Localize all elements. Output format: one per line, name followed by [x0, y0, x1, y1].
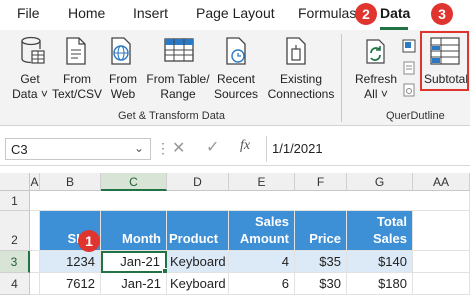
from-text-csv-button[interactable]: From Text/CSV: [52, 72, 102, 102]
enter-icon[interactable]: ✓: [206, 137, 219, 157]
cell-a4[interactable]: [30, 273, 40, 295]
cell-b3[interactable]: 1234: [40, 251, 101, 273]
header-total-sales-line1: Total: [376, 214, 407, 229]
tab-formulas[interactable]: Formulas: [298, 5, 356, 21]
group-label-get-transform: Get & Transform Data: [118, 110, 225, 122]
from-web-label-1: From: [109, 72, 137, 86]
get-data-label-1: Get: [20, 72, 40, 86]
col-header-f[interactable]: F: [295, 173, 347, 191]
web-icon: [109, 36, 135, 71]
group-separator: [341, 34, 342, 122]
tab-file[interactable]: File: [17, 5, 40, 21]
refresh-all-button[interactable]: Refresh All ˅: [352, 72, 400, 102]
from-text-label-1: From: [63, 72, 91, 86]
from-table-label-2: Range: [160, 87, 196, 101]
cell-aa4[interactable]: [413, 273, 470, 295]
step-badge-1: 1: [78, 230, 100, 252]
recent-sources-button[interactable]: Recent Sources: [212, 72, 260, 102]
refresh-label-2: All ˅: [364, 87, 388, 101]
header-product[interactable]: Product: [167, 211, 229, 251]
empty-row[interactable]: [30, 191, 470, 211]
row-header-2[interactable]: 2: [0, 211, 30, 251]
col-header-d[interactable]: D: [167, 173, 229, 191]
cell-aa3[interactable]: [413, 251, 470, 273]
from-table-range-button[interactable]: From Table/ Range: [146, 72, 210, 102]
step-badge-2: 2: [355, 3, 377, 25]
from-table-label-1: From Table/: [146, 72, 210, 86]
cell-f4[interactable]: $30: [295, 273, 347, 295]
get-data-button[interactable]: Get Data ˅: [8, 72, 52, 102]
existing-label-2: Connections: [267, 87, 335, 101]
header-price[interactable]: Price: [295, 211, 347, 251]
formula-value: 1/1/2021: [272, 141, 323, 156]
refresh-icon: [362, 36, 390, 71]
header-total-sales-line2: Sales: [373, 231, 407, 246]
formula-bar-more-icon[interactable]: ⋮: [156, 140, 170, 157]
table-icon: [163, 36, 195, 69]
chevron-down-icon: ⌄: [133, 141, 144, 155]
col-header-g[interactable]: G: [347, 173, 413, 191]
col-header-e[interactable]: E: [229, 173, 295, 191]
cell-b4[interactable]: 7612: [40, 273, 101, 295]
from-web-label-2: Web: [110, 87, 136, 101]
from-web-button[interactable]: From Web: [104, 72, 142, 102]
col-header-c[interactable]: C: [101, 173, 167, 191]
tab-data[interactable]: Data: [380, 5, 410, 21]
cell-f3[interactable]: $35: [295, 251, 347, 273]
step-badge-3: 3: [431, 3, 453, 25]
recent-label-2: Sources: [213, 87, 259, 101]
tab-insert[interactable]: Insert: [133, 5, 168, 21]
cell-e4[interactable]: 6: [229, 273, 295, 295]
existing-label-1: Existing: [279, 72, 323, 86]
row-header-4[interactable]: 4: [0, 273, 30, 295]
row-header-1[interactable]: 1: [0, 191, 30, 211]
cell-a2[interactable]: [30, 211, 40, 251]
cell-d3[interactable]: Keyboard: [167, 251, 229, 273]
get-data-label-2: Data ˅: [12, 87, 48, 101]
cell-d4[interactable]: Keyboard: [167, 273, 229, 295]
group-label-outline: QuerDutline: [386, 110, 445, 122]
cell-g3[interactable]: $140: [347, 251, 413, 273]
cancel-icon[interactable]: ✕: [172, 138, 185, 158]
tab-home[interactable]: Home: [68, 5, 105, 21]
col-header-a[interactable]: A: [30, 173, 40, 191]
cell-e3[interactable]: 4: [229, 251, 295, 273]
col-header-aa[interactable]: AA: [413, 173, 470, 191]
recent-label-1: Recent: [216, 72, 256, 86]
formula-input[interactable]: 1/1/2021: [266, 136, 470, 162]
edit-links-icon[interactable]: [401, 82, 417, 103]
header-sales-amount-line1: Sales: [255, 214, 289, 229]
connections-icon: [284, 36, 310, 71]
properties-icon[interactable]: [401, 60, 417, 81]
tab-page-layout[interactable]: Page Layout: [196, 5, 275, 21]
text-file-icon: [64, 36, 88, 71]
from-text-label-2: Text/CSV: [52, 87, 103, 101]
cell-g4[interactable]: $180: [347, 273, 413, 295]
insert-function-icon[interactable]: fx: [240, 138, 250, 154]
header-total-sales[interactable]: Total Sales: [347, 211, 413, 251]
header-sales-amount[interactable]: Sales Amount: [229, 211, 295, 251]
select-all-corner[interactable]: [0, 173, 30, 191]
queries-connections-icon[interactable]: [401, 38, 417, 59]
existing-connections-button[interactable]: Existing Connections: [266, 72, 336, 102]
name-box-value: C3: [11, 142, 28, 157]
database-icon: [20, 36, 46, 71]
cell-aa2[interactable]: [413, 211, 470, 251]
cell-c3[interactable]: Jan-21: [101, 251, 167, 273]
header-sales-amount-line2: Amount: [239, 231, 289, 246]
cell-c4[interactable]: Jan-21: [101, 273, 167, 295]
subtotal-highlight: [420, 31, 469, 91]
refresh-label-1: Refresh: [354, 72, 398, 86]
cell-a3[interactable]: [30, 251, 40, 273]
col-header-b[interactable]: B: [40, 173, 101, 191]
name-box[interactable]: C3 ⌄: [5, 138, 151, 160]
header-month[interactable]: Month: [101, 211, 167, 251]
clock-file-icon: [224, 36, 250, 71]
row-header-3[interactable]: 3: [0, 251, 30, 273]
